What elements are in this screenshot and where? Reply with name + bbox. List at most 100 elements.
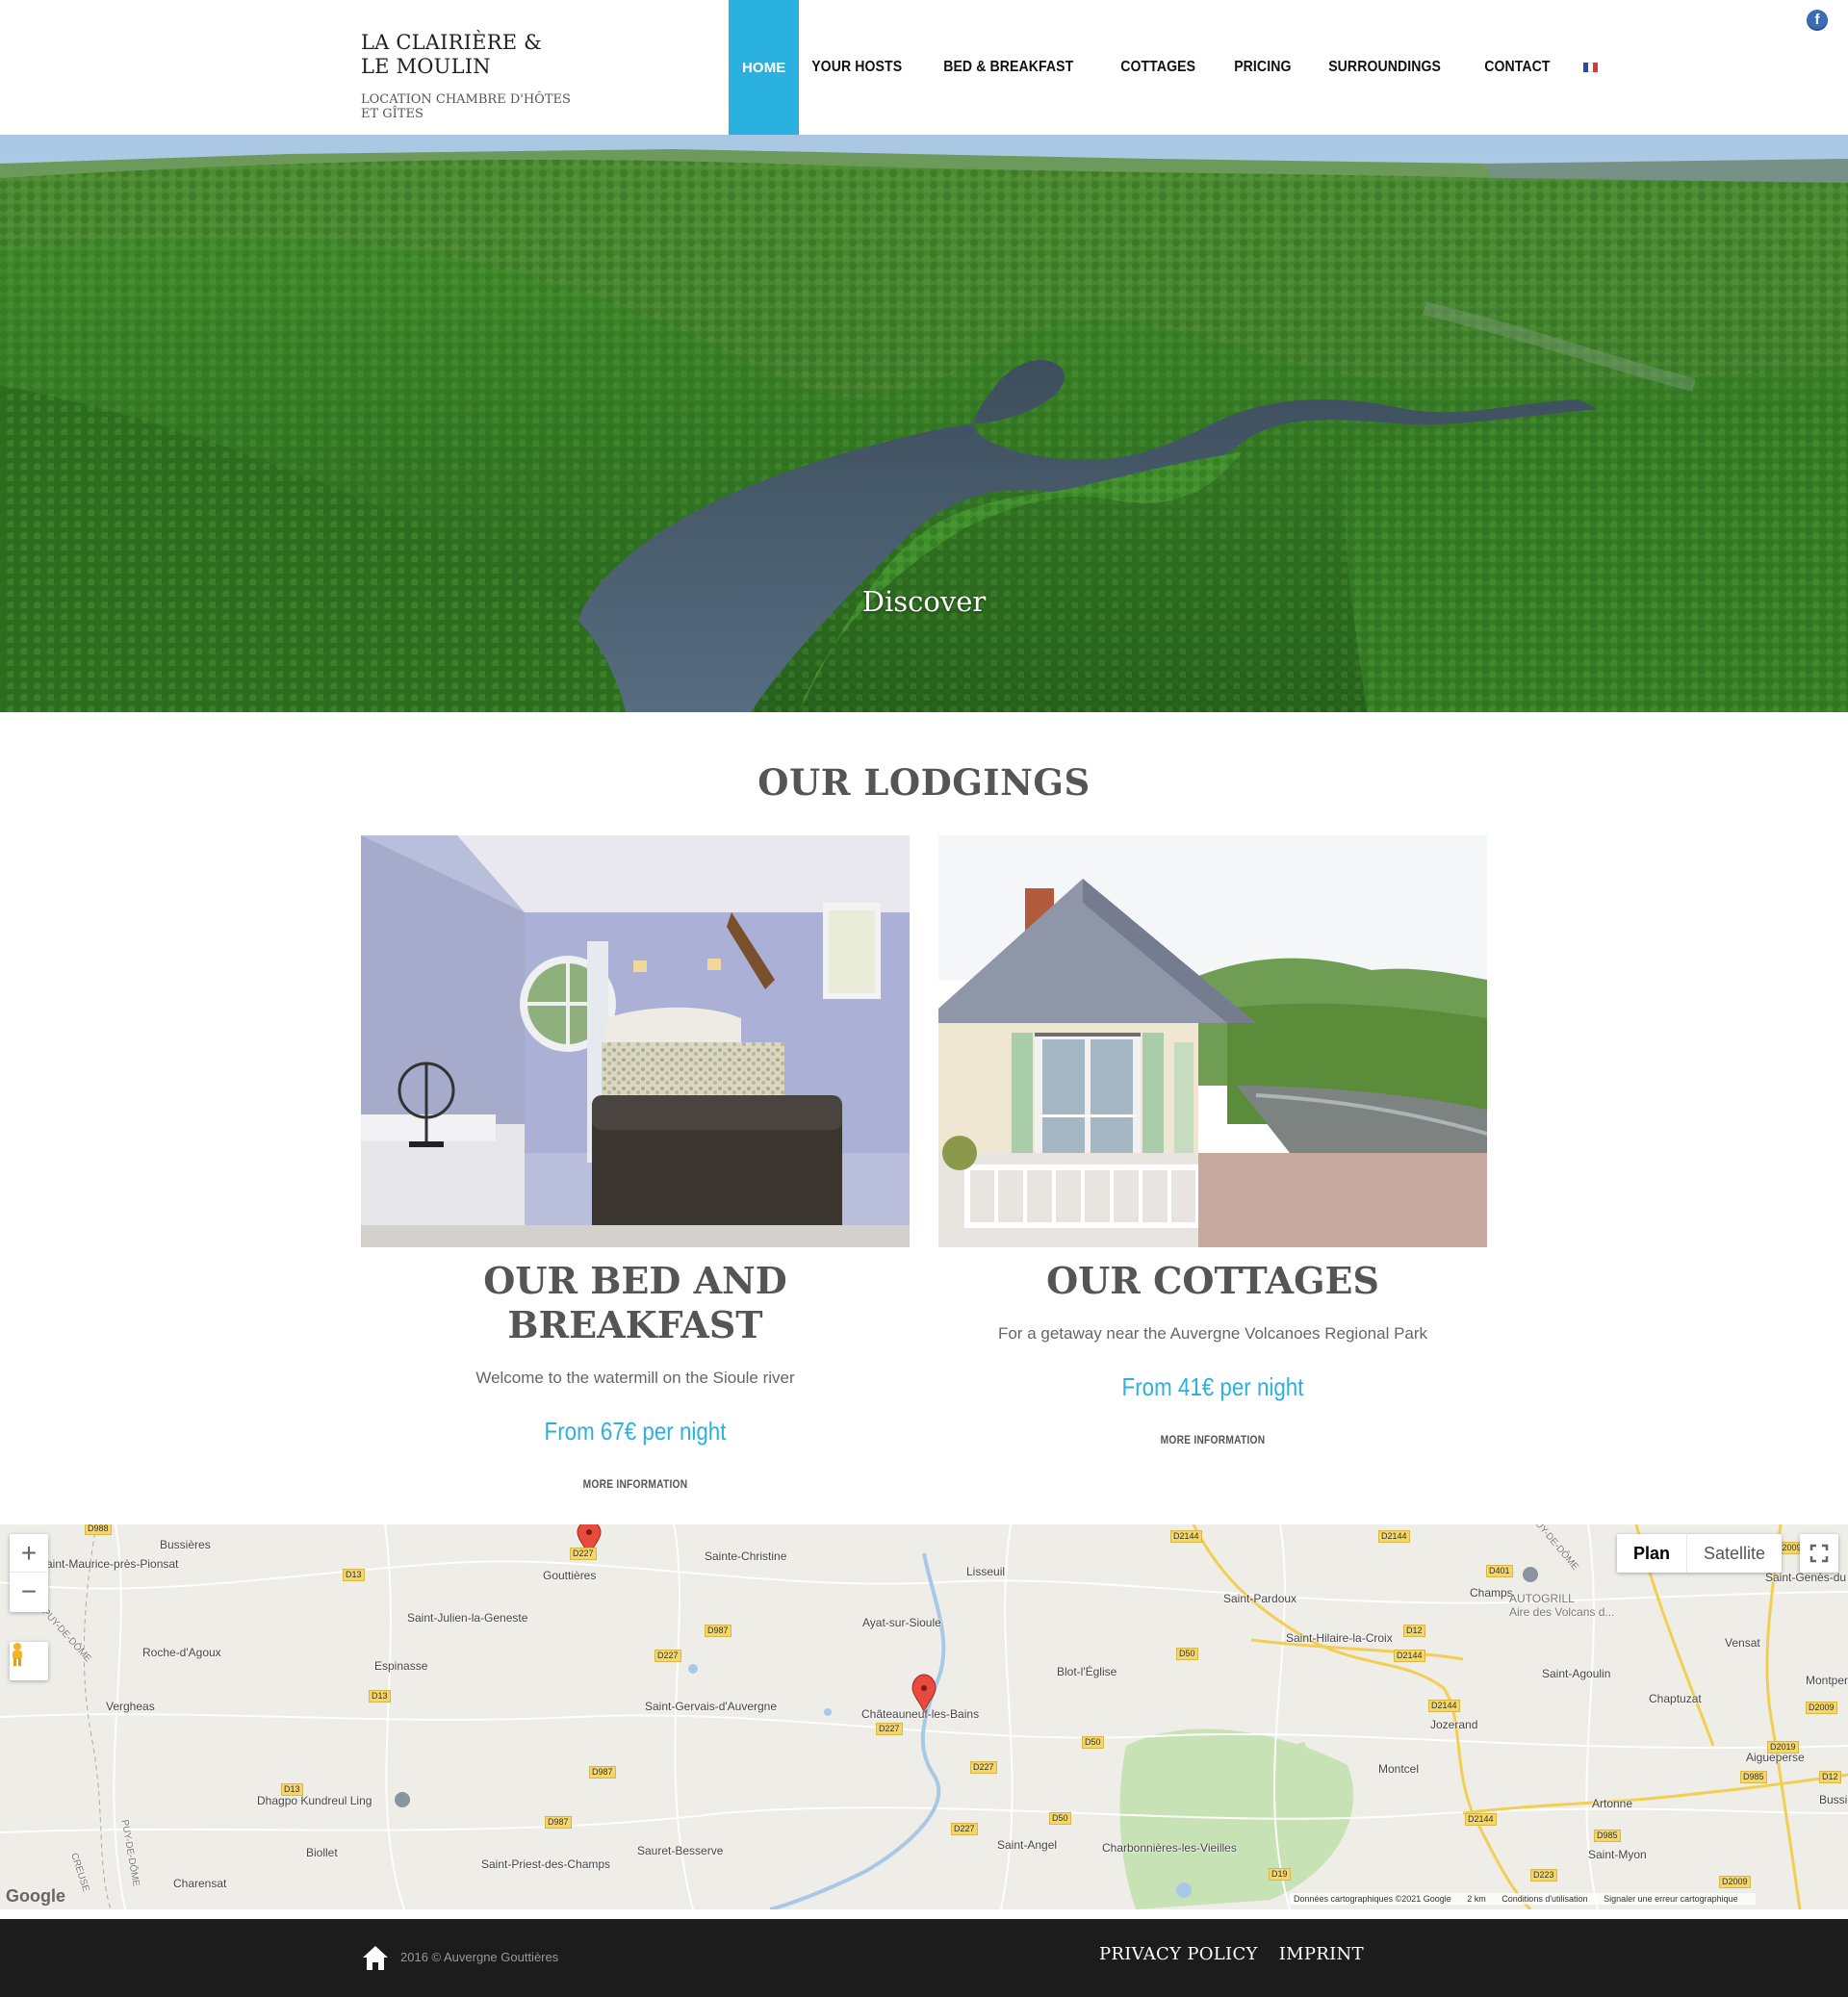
- fullscreen-icon[interactable]: [1800, 1534, 1838, 1573]
- map-place-label: Ayat-sur-Sioule: [862, 1616, 941, 1629]
- map-scale[interactable]: 2 km: [1467, 1894, 1486, 1904]
- road-tag: D12: [1403, 1625, 1425, 1637]
- lodgings-title: OUR LODGINGS: [757, 761, 1091, 804]
- road-tag: D2019: [1767, 1741, 1799, 1754]
- road-tag: D2144: [1170, 1530, 1202, 1543]
- nav-item-bed-breakfast[interactable]: BED & BREAKFAST: [931, 0, 1086, 135]
- language-switch[interactable]: [1576, 0, 1599, 135]
- road-tag: D227: [654, 1650, 681, 1662]
- nav-item-your-hosts[interactable]: YOUR HOSTS: [799, 0, 914, 135]
- map-type-satellite-button[interactable]: Satellite: [1687, 1534, 1782, 1573]
- map-place-label: Gouttières: [543, 1569, 597, 1582]
- road-tag: D13: [369, 1690, 391, 1703]
- map-data-credit: Données cartographiques ©2021 Google: [1294, 1894, 1451, 1904]
- map-place-label: AUTOGRILL: [1509, 1592, 1575, 1605]
- map-place-label: Artonne: [1592, 1797, 1633, 1810]
- imprint-link[interactable]: IMPRINT: [1279, 1944, 1364, 1964]
- bnb-room-image[interactable]: [361, 835, 910, 1247]
- map-place-label: Espinasse: [374, 1659, 428, 1673]
- map-place-label: Blot-l'Église: [1057, 1665, 1117, 1678]
- map-place-label: Saint-Myon: [1588, 1848, 1647, 1861]
- road-tag: D987: [545, 1816, 572, 1829]
- footer-links: PRIVACY POLICY IMPRINT: [1099, 1944, 1364, 1964]
- map-place-label: Châteauneuf-les-Bains: [861, 1707, 980, 1721]
- road-tag: D985: [1594, 1830, 1621, 1842]
- road-tag: D19: [1269, 1868, 1291, 1881]
- site-logo[interactable]: LA CLAIRIÈRE & LE MOULIN LOCATION CHAMBR…: [361, 31, 592, 121]
- site-title: LA CLAIRIÈRE & LE MOULIN: [361, 31, 592, 79]
- map-type-control: Plan Satellite: [1617, 1534, 1783, 1573]
- map-place-label: Saint-Priest-des-Champs: [481, 1857, 611, 1871]
- map-place-label: Saint-Hilaire-la-Croix: [1286, 1631, 1393, 1645]
- nav-item-home[interactable]: HOME: [729, 0, 800, 135]
- privacy-policy-link[interactable]: PRIVACY POLICY: [1099, 1944, 1258, 1964]
- road-tag: D50: [1176, 1648, 1198, 1660]
- road-tag: D2144: [1465, 1813, 1497, 1826]
- facebook-icon[interactable]: f: [1807, 10, 1828, 31]
- road-tag: D401: [1486, 1565, 1513, 1577]
- map-terms-link[interactable]: Conditions d'utilisation: [1502, 1894, 1587, 1904]
- street-view-pegman-icon[interactable]: [10, 1642, 48, 1680]
- map-place-label: Jozerand: [1430, 1718, 1478, 1731]
- map-place-label: Vensat: [1725, 1636, 1760, 1650]
- road-tag: D13: [281, 1783, 303, 1796]
- road-tag: D227: [570, 1548, 597, 1560]
- map-place-label: Saint-Genès-du: [1765, 1571, 1847, 1584]
- map-place-label: Lisseuil: [966, 1565, 1006, 1578]
- bnb-title[interactable]: OUR BED AND BREAKFAST: [361, 1259, 910, 1347]
- site-title-line2: LE MOULIN: [361, 55, 491, 78]
- bnb-price: From 67€ per night: [544, 1417, 727, 1446]
- lodging-card-cottages: OUR COTTAGES For a getaway near the Auve…: [938, 835, 1487, 1447]
- map-place-label: Chaptuzat: [1649, 1692, 1702, 1705]
- road-tag: D988: [85, 1524, 112, 1535]
- road-tag: D985: [1740, 1771, 1767, 1783]
- nav-item-cottages[interactable]: COTTAGES: [1108, 0, 1208, 135]
- map-place-label: Bussiè: [1819, 1793, 1848, 1806]
- nav-item-pricing[interactable]: PRICING: [1221, 0, 1304, 135]
- hero-caption: Discover: [861, 585, 987, 618]
- nav-item-contact[interactable]: CONTACT: [1472, 0, 1563, 135]
- nav-item-surroundings[interactable]: SURROUNDINGS: [1316, 0, 1453, 135]
- cottages-more-link[interactable]: MORE INFORMATION: [980, 1433, 1447, 1447]
- road-tag: D2144: [1428, 1700, 1460, 1712]
- map-place-label: Charensat: [173, 1877, 227, 1890]
- site-footer: 2016 © Auvergne Gouttières PRIVACY POLIC…: [0, 1919, 1848, 1997]
- road-tag: D12: [1819, 1771, 1841, 1783]
- map-place-label: Dhagpo Kundreul Ling: [257, 1794, 372, 1807]
- map-place-label: Saint-Maurice-près-Pionsat: [38, 1557, 179, 1571]
- google-map[interactable]: Bussières Saint-Maurice-près-Pionsat Gou…: [0, 1524, 1848, 1909]
- hero-banner: Discover: [0, 135, 1848, 712]
- map-attribution: Données cartographiques ©2021 Google 2 k…: [1290, 1893, 1756, 1905]
- map-place-label: Champs: [1470, 1586, 1513, 1600]
- map-report-link[interactable]: Signaler une erreur cartographique: [1604, 1894, 1738, 1904]
- road-tag: D227: [970, 1761, 997, 1774]
- bnb-more-link[interactable]: MORE INFORMATION: [402, 1477, 869, 1491]
- map-place-label: Sauret-Besserve: [637, 1844, 724, 1857]
- road-tag: D2144: [1394, 1650, 1425, 1662]
- map-place-label: Charbonnières-les-Vieilles: [1102, 1841, 1237, 1855]
- map-zoom-control: + −: [10, 1534, 48, 1612]
- cottage-image[interactable]: [938, 835, 1487, 1247]
- cottages-description: For a getaway near the Auvergne Volcanoe…: [997, 1324, 1428, 1343]
- road-tag: D13: [343, 1569, 365, 1581]
- road-tag: D2009: [1806, 1702, 1837, 1714]
- hero-image: [0, 135, 1848, 712]
- map-place-label: Saint-Agoulin: [1542, 1667, 1611, 1680]
- map-place-label: Saint-Gervais-d'Auvergne: [645, 1700, 778, 1713]
- road-tag: D50: [1049, 1812, 1071, 1825]
- zoom-out-button[interactable]: −: [10, 1573, 48, 1611]
- map-place-label: Saint-Angel: [997, 1838, 1058, 1852]
- map-place-label: Bussières: [160, 1538, 211, 1551]
- lodging-card-bnb: OUR BED AND BREAKFAST Welcome to the wat…: [361, 835, 910, 1491]
- cottages-price: From 41€ per night: [1121, 1372, 1304, 1401]
- home-icon[interactable]: [361, 1944, 390, 1976]
- road-tag: D2144: [1378, 1530, 1410, 1543]
- map-place-label: Montpens: [1806, 1674, 1848, 1687]
- zoom-in-button[interactable]: +: [10, 1534, 48, 1573]
- map-place-label: Sainte-Christine: [705, 1549, 787, 1563]
- map-place-label: Biollet: [306, 1846, 338, 1859]
- cottages-title[interactable]: OUR COTTAGES: [938, 1259, 1487, 1303]
- bnb-description: Welcome to the watermill on the Sioule r…: [475, 1369, 795, 1387]
- map-place-label: Roche-d'Agoux: [142, 1646, 221, 1659]
- map-type-plan-button[interactable]: Plan: [1617, 1534, 1688, 1573]
